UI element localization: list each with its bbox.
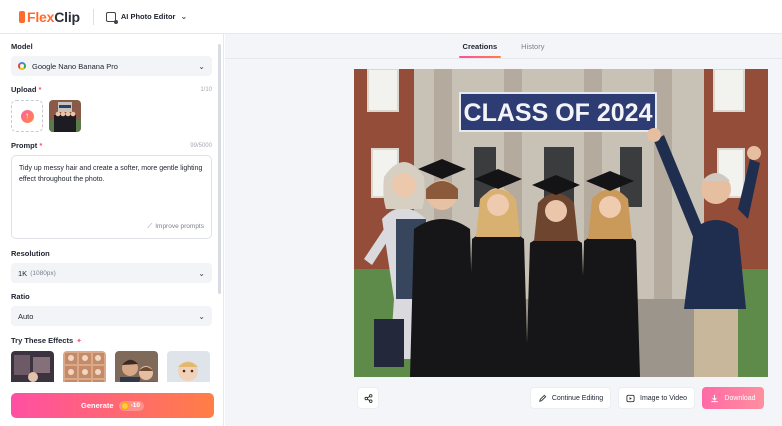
improve-prompts-button[interactable]: ⟋ Improve prompts — [147, 221, 204, 232]
top-bar: Flex Clip AI Photo Editor ⌄ — [0, 0, 782, 34]
logo-text-flex: Flex — [27, 8, 55, 25]
ratio-label-row: Ratio — [11, 292, 212, 301]
upload-label-row: Upload * 1/10 — [11, 85, 212, 94]
download-icon — [711, 394, 719, 402]
banner-text: CLASS OF 2024 — [464, 99, 653, 127]
prompt-label-row: Prompt * 99/5000 — [11, 141, 212, 150]
google-icon — [18, 62, 26, 70]
upload-button[interactable]: ↑ — [11, 100, 43, 132]
resolution-select[interactable]: 1K (1080px) ⌄ — [11, 263, 212, 283]
resolution-label-row: Resolution — [11, 249, 212, 258]
prompt-char-count: 99/5000 — [190, 142, 212, 149]
logo-text-clip: Clip — [54, 8, 80, 25]
chevron-down-icon: ⌄ — [198, 268, 205, 278]
resolution-sub: (1080px) — [30, 269, 56, 277]
video-icon — [626, 394, 635, 402]
chevron-down-icon: ⌄ — [180, 12, 188, 21]
model-label: Model — [11, 42, 33, 51]
tabs-divider — [225, 58, 782, 59]
resolution-value: 1K — [18, 268, 28, 278]
effect-thumbnail[interactable] — [115, 351, 158, 382]
effect-thumbnail[interactable] — [63, 351, 106, 382]
share-button[interactable] — [357, 387, 379, 409]
image-to-video-button[interactable]: Image to Video — [618, 387, 695, 409]
photo-editor-icon — [105, 11, 118, 24]
resolution-label: Resolution — [11, 249, 50, 258]
magic-wand-icon: ⟋ — [147, 223, 153, 230]
model-select[interactable]: Google Nano Banana Pro ⌄ — [11, 56, 212, 76]
tab-creations[interactable]: Creations — [458, 34, 501, 58]
uploaded-image-thumbnail[interactable] — [49, 100, 81, 132]
share-icon — [364, 393, 372, 403]
effect-thumbnail[interactable] — [167, 351, 210, 382]
effects-gallery — [11, 351, 212, 382]
tab-history[interactable]: History — [521, 34, 544, 58]
main-area: Creations History CLASS OF 2024 Continue… — [225, 34, 782, 426]
flexclip-logo[interactable]: Flex Clip — [19, 9, 80, 25]
result-tabs: Creations History — [225, 34, 782, 58]
tool-name: AI Photo Editor — [120, 12, 176, 21]
effects-label-row: Try These Effects ✦ — [11, 336, 212, 345]
upload-icon: ↑ — [20, 109, 34, 123]
effect-thumbnail[interactable] — [11, 351, 54, 382]
ratio-label: Ratio — [11, 292, 30, 301]
credit-badge: -10 — [118, 400, 144, 411]
left-panel-scrollbar[interactable] — [218, 44, 221, 294]
tool-switcher[interactable]: AI Photo Editor ⌄ — [105, 11, 188, 24]
header-divider — [92, 8, 94, 25]
coin-icon — [120, 401, 129, 410]
download-button[interactable]: Download — [702, 387, 764, 409]
settings-scroll-area[interactable]: Model Google Nano Banana Pro ⌄ Upload * … — [0, 34, 218, 382]
result-photo[interactable]: CLASS OF 2024 — [354, 69, 768, 377]
effects-label: Try These Effects — [11, 336, 74, 345]
sparkle-icon: ✦ — [76, 337, 82, 345]
prompt-label: Prompt * — [11, 141, 43, 150]
upload-count: 1/10 — [200, 86, 212, 93]
model-label-row: Model — [11, 42, 212, 51]
continue-editing-button[interactable]: Continue Editing — [530, 387, 611, 409]
upload-row: ↑ — [11, 100, 212, 132]
prompt-textarea[interactable]: Tidy up messy hair and create a softer, … — [11, 155, 212, 239]
generate-wrapper: Generate -10 — [11, 393, 214, 418]
left-panel: Model Google Nano Banana Pro ⌄ Upload * … — [0, 34, 224, 426]
ratio-value: Auto — [18, 311, 34, 321]
ratio-select[interactable]: Auto ⌄ — [11, 306, 212, 326]
logo-mark-icon — [19, 10, 25, 23]
chevron-down-icon: ⌄ — [198, 311, 205, 321]
chevron-down-icon: ⌄ — [198, 61, 205, 71]
edit-icon — [538, 394, 547, 402]
model-value: Google Nano Banana Pro — [32, 61, 118, 71]
generate-button[interactable]: Generate -10 — [11, 393, 214, 418]
upload-label: Upload * — [11, 85, 42, 94]
prompt-text: Tidy up messy hair and create a softer, … — [19, 165, 203, 183]
